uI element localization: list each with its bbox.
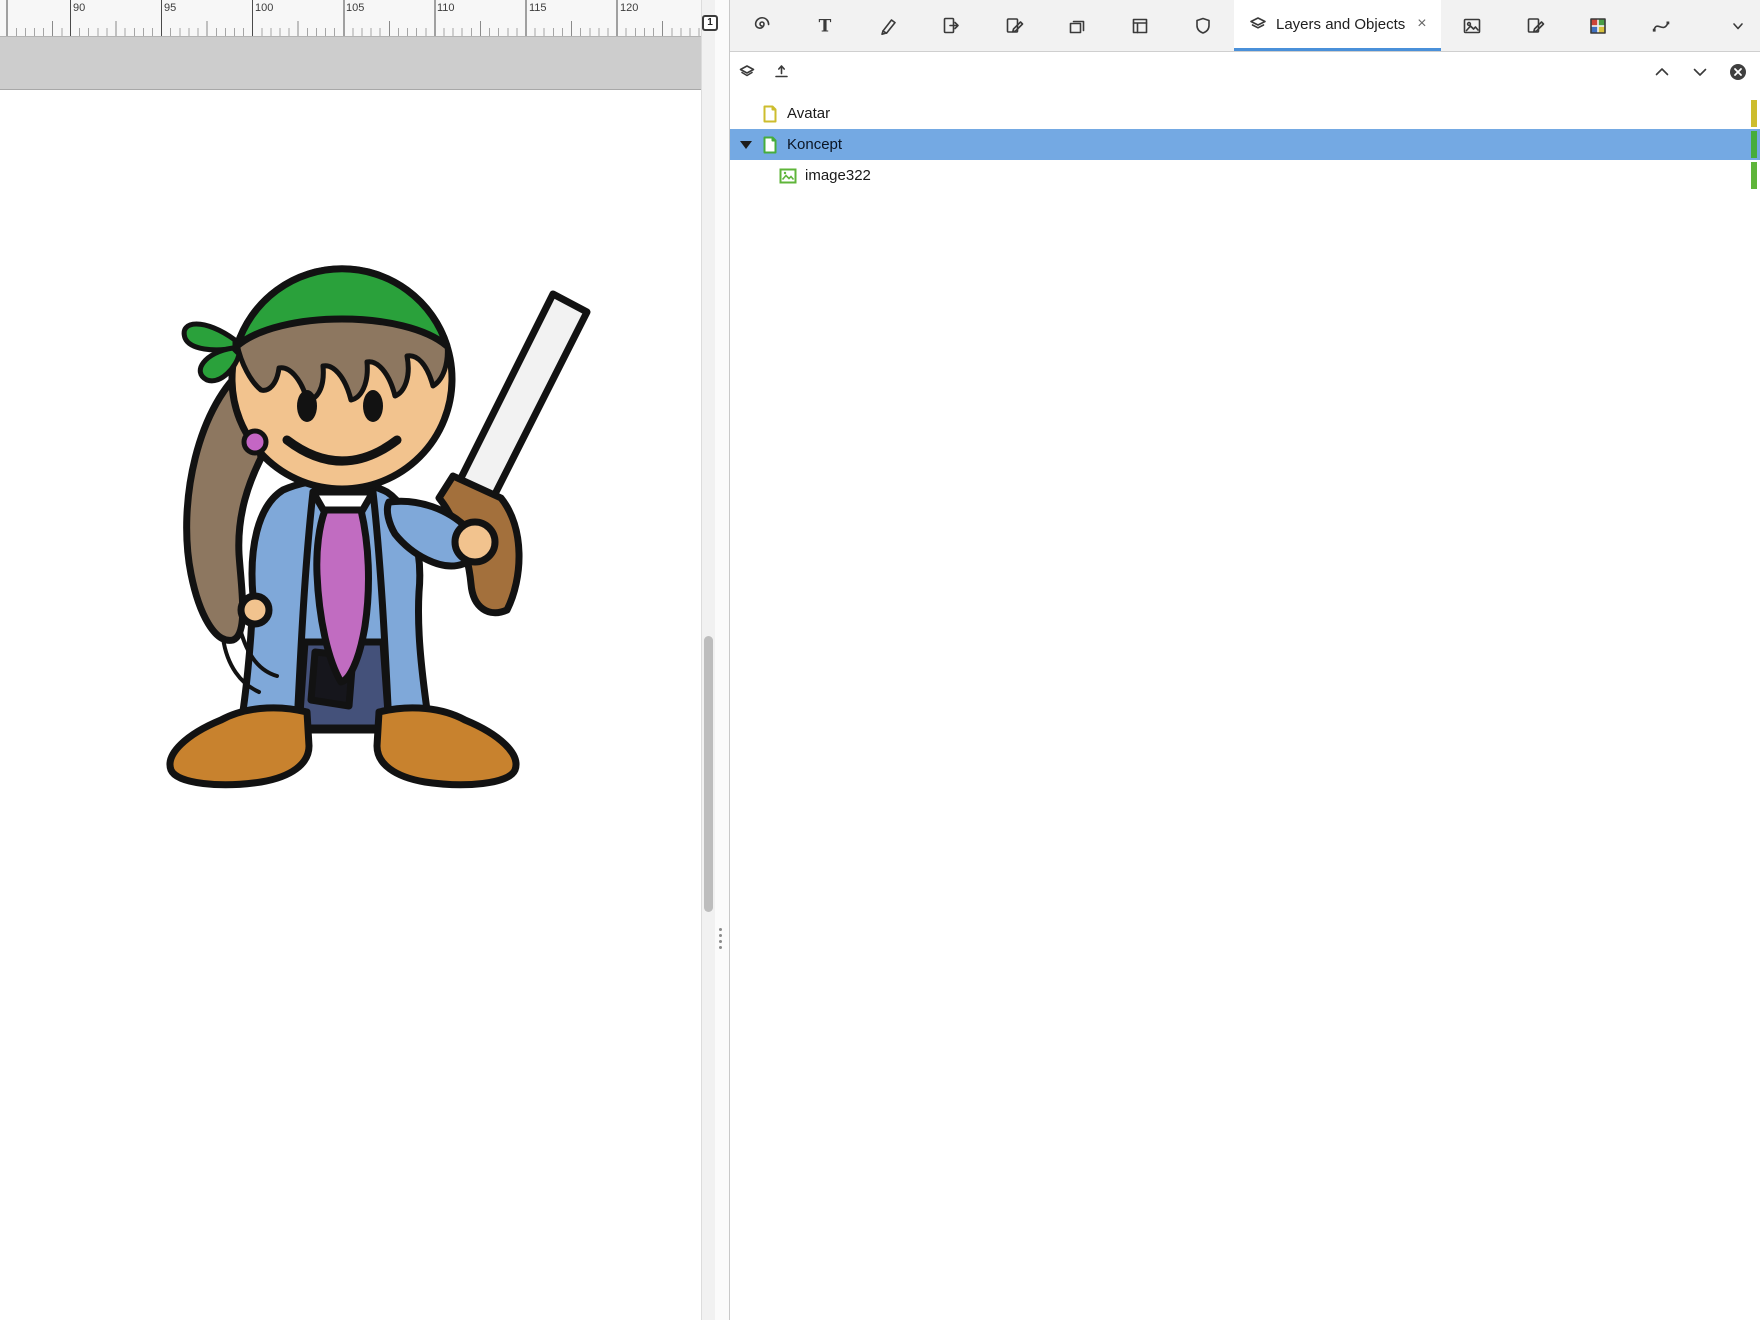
delete-item-button[interactable] [1728,62,1748,82]
layer-page-icon [763,136,777,153]
text-icon: T [818,16,831,36]
edit-document-icon [1527,17,1545,33]
layer-row-koncept[interactable]: Koncept [730,129,1760,160]
layer-label: Avatar [787,105,831,122]
musket-barrel [456,290,591,502]
move-up-button[interactable] [1652,62,1672,82]
tab-image-properties[interactable] [1441,0,1504,51]
chevron-down-icon [1732,22,1743,29]
layer-page-icon [763,105,777,122]
window-frame-icon [1132,18,1147,33]
object-glyph-image322[interactable] [778,168,798,184]
tab-swatches[interactable] [1567,0,1630,51]
horizontal-ruler[interactable]: 90 95 100 105 110 115 120 [0,0,701,37]
canvas-vertical-scrollbar[interactable] [701,0,715,1320]
color-swatches-icon [1590,17,1606,34]
tab-security[interactable] [1171,0,1234,51]
image-object-icon [779,168,797,183]
calligraphy-pen-icon [880,18,896,35]
layers-toolbar-right [1652,62,1748,82]
tabbar-spacer [1693,0,1715,51]
layer-glyph-avatar[interactable] [760,105,780,123]
boot-right [373,704,520,789]
tabbar-overflow-button[interactable] [1715,0,1760,51]
layers-toolbar [730,52,1760,92]
tab-path-effects[interactable] [1630,0,1693,51]
export-icon [943,17,959,33]
layer-tree: Avatar Koncept image322 [730,98,1760,191]
tab-document-properties[interactable] [1108,0,1171,51]
document-pencil-icon [1006,17,1023,33]
chevron-up-icon [1655,68,1669,76]
layer-row-avatar[interactable]: Avatar [730,98,1760,129]
eye-left [297,390,317,422]
ruler-label: 120 [620,2,639,14]
tab-xml-editor[interactable] [1504,0,1567,51]
layer-color-strip[interactable] [1751,100,1757,127]
move-into-layer-button[interactable] [772,62,792,82]
object-row-image322[interactable]: image322 [730,160,1760,191]
tab-export[interactable] [919,0,982,51]
active-tab-label: Layers and Objects [1276,15,1406,33]
panel-splitter-handle[interactable] [719,928,722,949]
tab-layers-and-objects[interactable]: Layers and Objects × [1234,0,1441,51]
triangle-down-icon [740,140,752,149]
ruler-label: 110 [437,2,455,14]
layers-objects-panel: T Layers and Objects × Avatar Koncept im… [729,0,1760,1320]
layer-color-strip[interactable] [1751,162,1757,189]
layer-glyph-koncept[interactable] [760,136,780,154]
spiral-icon [754,16,769,29]
ruler-label: 115 [529,2,547,14]
dialog-tab-bar: T Layers and Objects × [730,0,1760,52]
offpage-area [0,37,701,90]
canvas-area[interactable]: 90 95 100 105 110 115 120 [0,0,701,1320]
layer-color-strip[interactable] [1751,131,1757,158]
tab-document-edit[interactable] [982,0,1045,51]
bandana-tail-1 [181,321,238,353]
panel-divider [715,0,729,1320]
image-icon [1463,18,1481,33]
pirate-drawing [166,265,591,789]
shield-icon [1195,17,1210,34]
add-layer-icon [739,65,755,77]
arrow-over-line-icon [775,65,788,78]
boot-left [166,704,313,789]
hand-right [451,518,499,566]
object-label: image322 [805,167,871,184]
layer-label: Koncept [787,136,843,153]
close-circle-icon [1730,64,1746,80]
eye-right [363,390,383,422]
ruler-label: 105 [346,2,365,14]
move-down-button[interactable] [1690,62,1710,82]
hair-bead [241,428,269,456]
tab-symbols[interactable] [730,0,793,51]
tab-text[interactable]: T [793,0,856,51]
ruler-label: 90 [73,2,86,14]
scrollbar-thumb[interactable] [704,636,713,912]
svg-text:T: T [818,16,831,36]
ruler-label: 95 [164,2,177,14]
add-layer-button[interactable] [738,62,758,82]
page-number-badge[interactable]: 1 [702,15,718,31]
ruler-label: 100 [255,2,274,14]
layers-icon [1250,17,1266,29]
canvas-artwork-pirate[interactable] [157,214,607,794]
stacked-sheets-icon [1069,20,1084,33]
tab-close-icon[interactable]: × [1413,15,1426,33]
path-nodes-icon [1652,21,1670,32]
tab-calligraphy[interactable] [856,0,919,51]
hand-left [237,592,273,628]
tab-stack[interactable] [1045,0,1108,51]
expander-toggle[interactable] [736,140,756,149]
chevron-down-icon [1693,68,1707,76]
